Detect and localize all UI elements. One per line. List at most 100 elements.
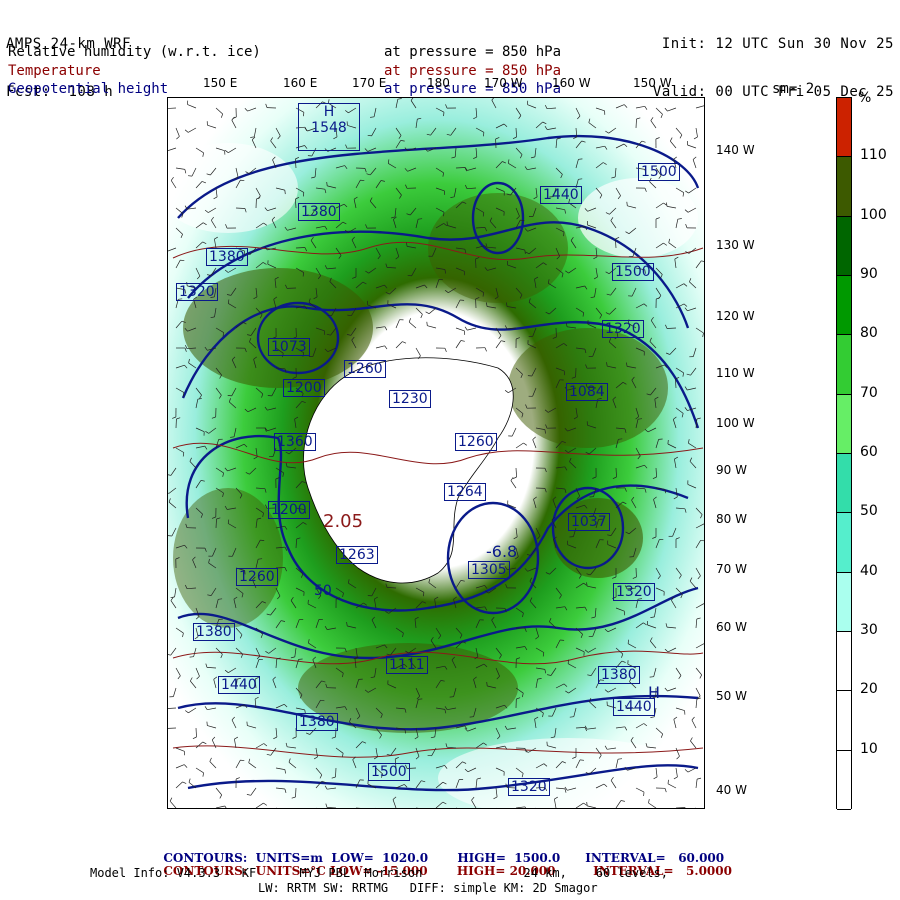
height-label: 1360 [274, 433, 316, 451]
lat-label: 130 W [716, 238, 755, 252]
lon-label: 180 [427, 76, 450, 90]
lat-label: 90 W [716, 463, 747, 477]
height-label: 1380 [206, 248, 248, 266]
wind-barb-flag [667, 779, 669, 784]
height-label: 1084 [566, 383, 608, 401]
wind-barb [535, 807, 536, 808]
lat-label: 120 W [716, 309, 755, 323]
wind-barb [416, 807, 419, 808]
wind-barb-flag [423, 592, 425, 597]
wind-barb [316, 807, 317, 808]
colorbar-segment [837, 216, 851, 276]
wind-barb-flag [258, 558, 263, 560]
wind-barb-flag [627, 639, 629, 644]
height-label: 1320 [613, 583, 655, 601]
height-label: 1263 [336, 546, 378, 564]
colorbar-label: 50 [860, 503, 878, 520]
model-info-line2: LW: RRTM SW: RRTMG DIFF: simple KM: 2D S… [258, 881, 598, 895]
height-label: 1380 [296, 713, 338, 731]
model-info-line1: Model Info: V4.3.3 KF MYJ PBL Morrison 2… [90, 866, 668, 880]
wind-barb [236, 807, 237, 808]
wind-barb [215, 518, 217, 529]
pressure-marker: H [323, 104, 335, 120]
wind-barb-flag [586, 801, 588, 806]
height-label: 1440 [540, 186, 582, 204]
wind-barb [235, 207, 246, 209]
layer-rh: Relative humidity (w.r.t. ice) at pressu… [8, 43, 608, 61]
lat-label: 100 W [716, 416, 755, 430]
colorbar-label: 80 [860, 325, 878, 342]
lon-label: 170 W [484, 76, 523, 90]
wind-barb-flag [260, 539, 265, 541]
height-label: 1500 [638, 163, 680, 181]
wind-barb [375, 807, 376, 808]
wind-barb-flag [637, 418, 643, 420]
height-label: 1037 [568, 513, 610, 531]
lat-label: 140 W [716, 143, 755, 157]
height-label: 1073 [268, 338, 310, 356]
colorbar-segment [837, 157, 851, 217]
colorbar [836, 97, 852, 810]
wind-barb-flag [486, 681, 488, 687]
colorbar-segment [837, 335, 851, 395]
colorbar-label: 110 [860, 147, 887, 164]
colorbar-segment [837, 750, 851, 810]
wind-barb-flag [418, 218, 423, 220]
wind-barb [615, 467, 617, 478]
colorbar-segment [837, 572, 851, 632]
wind-barb-flag [703, 603, 704, 605]
wind-barb-flag [326, 181, 328, 186]
height-label: 1380 [193, 623, 235, 641]
height-label: 1440 [218, 676, 260, 694]
height-label: 1380 [298, 203, 340, 221]
height-label: 1260 [344, 360, 386, 378]
weather-map[interactable]: H 1548 1380 1440 1500 1500 1320 1380 132… [167, 97, 705, 809]
lat-label: 50 W [716, 689, 747, 703]
height-label: 1320 [602, 320, 644, 338]
colorbar-segment [837, 98, 851, 158]
wind-barb-flag [567, 659, 569, 664]
height-label: 1111 [386, 656, 428, 674]
height-label: 1305 [468, 561, 510, 579]
wind-barb [456, 807, 458, 808]
wind-barb-flag [227, 395, 232, 397]
wind-barb [295, 247, 306, 249]
wind-barb [295, 787, 297, 798]
lat-label: 60 W [716, 620, 747, 634]
colorbar-segment [837, 691, 851, 751]
lat-label: 70 W [716, 562, 747, 576]
wind-barb-flag [284, 190, 286, 195]
wind-barb-flag [443, 212, 445, 217]
colorbar-segment [837, 454, 851, 514]
pressure-marker: H [648, 683, 661, 702]
lon-label: 160 E [283, 76, 318, 90]
colorbar-label: 30 [860, 622, 878, 638]
colorbar-unit: % [858, 90, 872, 106]
lon-label: 150 E [203, 76, 238, 90]
wind-barb-flag [443, 112, 445, 117]
wind-barb [475, 258, 477, 269]
wind-barb-flag [703, 643, 704, 645]
wind-barb-flag [617, 758, 623, 760]
layer-rh-name: Relative humidity (w.r.t. ice) [8, 44, 261, 60]
wind-barb [335, 767, 337, 778]
lat-label: 110 W [716, 366, 755, 380]
wind-barb [195, 727, 197, 738]
height-label: 1500 [368, 763, 410, 781]
layer-rh-level: at pressure = 850 hPa [384, 44, 562, 60]
height-label: 1320 [176, 283, 218, 301]
wind-barb [356, 807, 361, 808]
wind-barb-flag [618, 438, 623, 440]
temperature-label: 2.05 [323, 511, 364, 532]
colorbar-label: 20 [860, 681, 878, 698]
lat-label: 80 W [716, 512, 747, 526]
wind-barb [296, 807, 297, 808]
lon-label: 150 W [633, 76, 672, 90]
wind-barb [635, 118, 637, 129]
colorbar-label: 10 [860, 740, 878, 757]
colorbar-label: 70 [860, 384, 878, 401]
layer-temp-name: Temperature [8, 63, 101, 79]
wind-barb [455, 167, 466, 169]
colorbar-label: 40 [860, 562, 878, 579]
height-label: 1260 [455, 433, 497, 451]
